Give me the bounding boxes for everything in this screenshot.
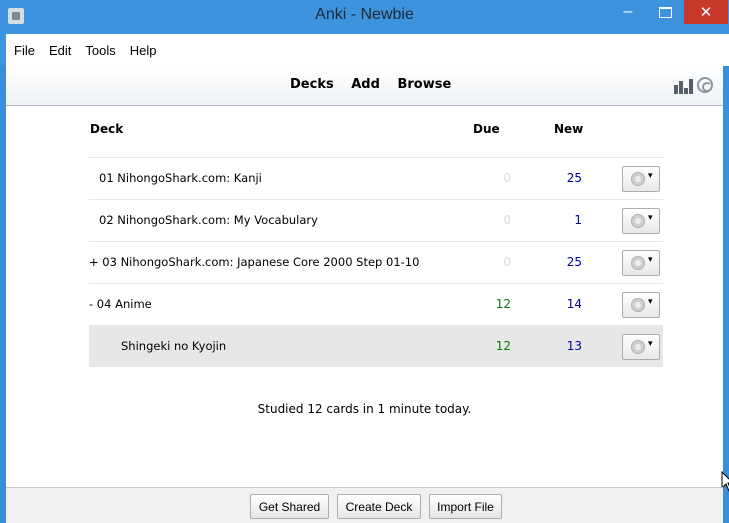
close-button[interactable]: ✕ [684,0,728,24]
deck-browser: Deck Due New 01 NihongoShark.com: Kanji … [6,106,729,492]
gear-icon [631,172,645,186]
toolbar-nav: Decks Add Browse [290,77,464,92]
deck-due-count: 12 [495,297,511,311]
menu-help[interactable]: Help [122,43,163,58]
deck-options-button[interactable]: ▾ [622,166,660,192]
deck-options-button[interactable]: ▾ [622,208,660,234]
menu-file[interactable]: File [6,43,41,58]
deck-new-count: 13 [566,339,582,353]
title-bar[interactable]: Anki - Newbie – ✕ [0,0,729,34]
deck-options-button[interactable]: ▾ [622,292,660,318]
deck-row[interactable]: 02 NihongoShark.com: My Vocabulary 0 1 ▾ [89,199,663,241]
menu-bar: File Edit Tools Help [0,34,729,66]
deck-due-count: 0 [503,255,511,269]
browse-link[interactable]: Browse [397,77,451,92]
gear-icon [631,214,645,228]
maximize-icon [658,6,672,18]
bottom-bar: Get Shared Create Deck Import File [6,487,723,523]
dropdown-arrow-icon: ▾ [648,255,653,265]
maximize-button[interactable] [648,0,682,24]
deck-due-count: 0 [503,213,511,227]
deck-options-button[interactable]: ▾ [622,334,660,360]
deck-due-count: 0 [503,171,511,185]
deck-row-current[interactable]: Shingeki no Kyojin 12 13 ▾ [89,325,663,367]
deck-name[interactable]: - 04 Anime [89,297,152,311]
deck-name[interactable]: + 03 NihongoShark.com: Japanese Core 200… [89,255,419,269]
deck-due-count: 12 [495,339,511,353]
stats-icon[interactable] [674,79,694,94]
deck-row[interactable]: + 03 NihongoShark.com: Japanese Core 200… [89,241,663,283]
toolbar: Decks Add Browse [6,66,723,106]
import-file-button[interactable]: Import File [429,494,502,519]
deck-new-count: 1 [574,213,582,227]
add-link[interactable]: Add [351,77,380,92]
gear-icon [631,340,645,354]
header-due: Due [473,122,500,136]
anki-window: Anki - Newbie – ✕ File Edit Tools Help D… [0,0,729,523]
deck-new-count: 25 [566,171,582,185]
get-shared-button[interactable]: Get Shared [250,494,329,519]
deck-options-button[interactable]: ▾ [622,250,660,276]
dropdown-arrow-icon: ▾ [648,339,653,349]
dropdown-arrow-icon: ▾ [648,171,653,181]
gear-icon [631,256,645,270]
dropdown-arrow-icon: ▾ [648,297,653,307]
deck-name[interactable]: 02 NihongoShark.com: My Vocabulary [99,213,318,227]
header-deck: Deck [90,122,124,136]
gear-icon [631,298,645,312]
create-deck-button[interactable]: Create Deck [337,494,421,519]
deck-new-count: 14 [566,297,582,311]
decks-link[interactable]: Decks [290,77,334,92]
deck-name[interactable]: Shingeki no Kyojin [121,339,226,353]
sync-icon[interactable] [697,77,713,93]
menu-edit[interactable]: Edit [41,43,77,58]
deck-row[interactable]: - 04 Anime 12 14 ▾ [89,283,663,325]
minimize-button[interactable]: – [614,0,642,24]
menu-tools[interactable]: Tools [77,43,121,58]
header-new: New [554,122,584,136]
studied-summary: Studied 12 cards in 1 minute today. [257,402,472,416]
deck-name[interactable]: 01 NihongoShark.com: Kanji [99,171,262,185]
deck-row[interactable]: 01 NihongoShark.com: Kanji 0 25 ▾ [89,157,663,199]
dropdown-arrow-icon: ▾ [648,213,653,223]
deck-new-count: 25 [566,255,582,269]
